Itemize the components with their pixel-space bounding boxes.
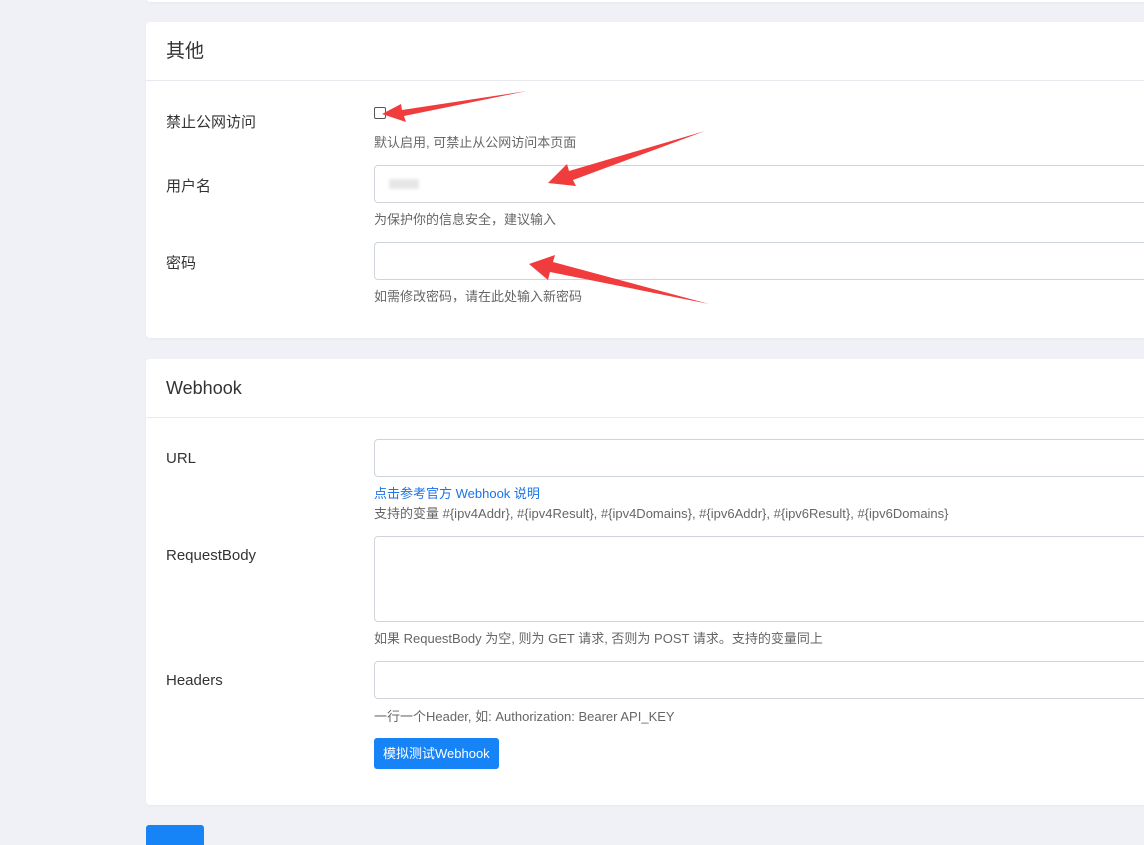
previous-section-card: [146, 0, 1144, 2]
other-settings-card: 其他 禁止公网访问 默认启用, 可禁止从公网访问本页面 用户名 为保护你的信息安…: [146, 22, 1144, 338]
webhook-section-title: Webhook: [146, 359, 1144, 418]
password-label: 密码: [166, 255, 197, 272]
disable-public-access-checkbox[interactable]: [374, 107, 386, 119]
other-section-title: 其他: [146, 22, 1144, 81]
request-body-label: RequestBody: [166, 547, 257, 564]
test-webhook-button[interactable]: 模拟测试Webhook: [374, 738, 499, 769]
password-help: 如需修改密码，请在此处输入新密码: [374, 289, 583, 304]
webhook-url-label: URL: [166, 450, 197, 467]
request-body-help: 如果 RequestBody 为空, 则为 GET 请求, 否则为 POST 请…: [374, 631, 823, 646]
disable-public-access-label: 禁止公网访问: [166, 114, 257, 131]
headers-input[interactable]: [374, 661, 1144, 699]
save-button[interactable]: [146, 825, 204, 845]
webhook-settings-card: Webhook URL 点击参考官方 Webhook 说明 支持的变量 #{ip…: [146, 359, 1144, 805]
username-input[interactable]: [374, 165, 1144, 203]
masked-username-value: [389, 179, 419, 189]
webhook-docs-link[interactable]: 点击参考官方 Webhook 说明: [374, 483, 540, 502]
username-label: 用户名: [166, 178, 212, 195]
password-input[interactable]: [374, 242, 1144, 280]
username-help: 为保护你的信息安全，建议输入: [374, 212, 557, 227]
request-body-textarea[interactable]: [374, 536, 1144, 622]
webhook-variables-help: 支持的变量 #{ipv4Addr}, #{ipv4Result}, #{ipv4…: [374, 506, 949, 521]
headers-label: Headers: [166, 672, 223, 689]
headers-help: 一行一个Header, 如: Authorization: Bearer API…: [374, 709, 675, 724]
webhook-url-input[interactable]: [374, 439, 1144, 477]
disable-public-access-help: 默认启用, 可禁止从公网访问本页面: [374, 135, 577, 150]
